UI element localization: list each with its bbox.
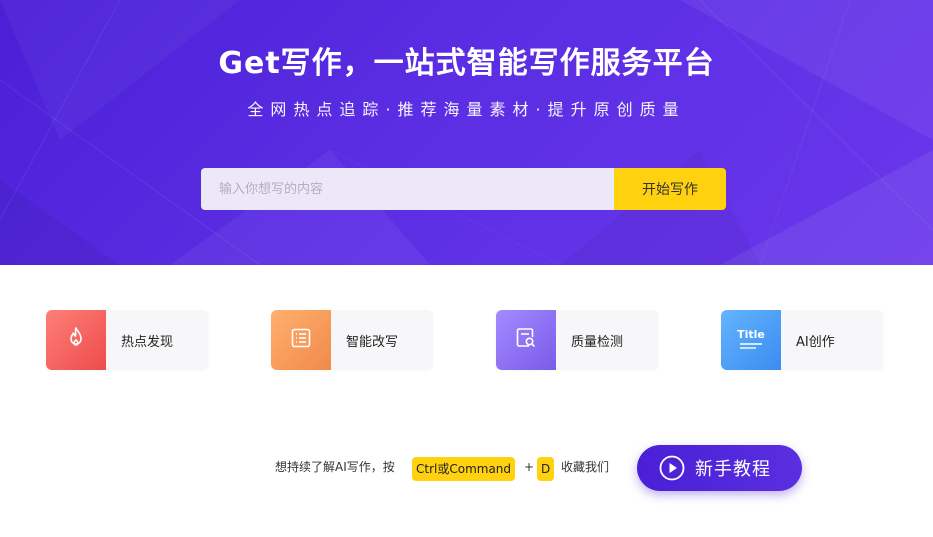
tip-suffix: 收藏我们 [561,460,610,474]
feature-label: AI创作 [796,334,835,350]
feature-icon-box [496,310,556,370]
feature-card-ai-creation[interactable]: Title AI创作 [721,310,883,370]
feature-card-hot-topics[interactable]: 热点发现 [46,310,208,370]
search-input[interactable] [201,168,614,210]
bookmark-tip: 想持续了解AI写作，按 Ctrl或Command + D 收藏我们 新手教程 [0,445,933,491]
page-title: Get写作，一站式智能写作服务平台 [218,46,715,81]
feature-label: 质量检测 [571,334,624,350]
tutorial-button[interactable]: 新手教程 [637,445,802,491]
key-badge-d: D [537,457,555,481]
search-bar: 开始写作 [201,168,726,210]
feature-label: 智能改写 [346,334,399,350]
title-doc-icon: Title [737,328,765,349]
feature-icon-box: Title [721,310,781,370]
flame-icon [64,326,88,354]
feature-list: 热点发现 智能改写 质量检测 Title AI创作 [0,310,933,370]
key-badge-ctrl: Ctrl或Command [412,457,516,481]
feature-icon-box [46,310,106,370]
plus-sign: + [524,460,535,474]
start-writing-button[interactable]: 开始写作 [614,168,726,210]
feature-icon-box [271,310,331,370]
feature-card-smart-rewrite[interactable]: 智能改写 [271,310,433,370]
feature-label: 热点发现 [121,334,174,350]
page-subtitle: 全网热点追踪·推荐海量素材·提升原创质量 [247,100,686,119]
tip-text: 想持续了解AI写作，按 [275,460,395,474]
tutorial-label: 新手教程 [695,459,771,480]
hero-banner: Get写作，一站式智能写作服务平台 全网热点追踪·推荐海量素材·提升原创质量 开… [0,0,933,265]
document-list-icon [289,326,313,354]
document-search-icon [514,326,538,354]
feature-card-quality-check[interactable]: 质量检测 [496,310,658,370]
play-circle-icon [659,455,685,481]
